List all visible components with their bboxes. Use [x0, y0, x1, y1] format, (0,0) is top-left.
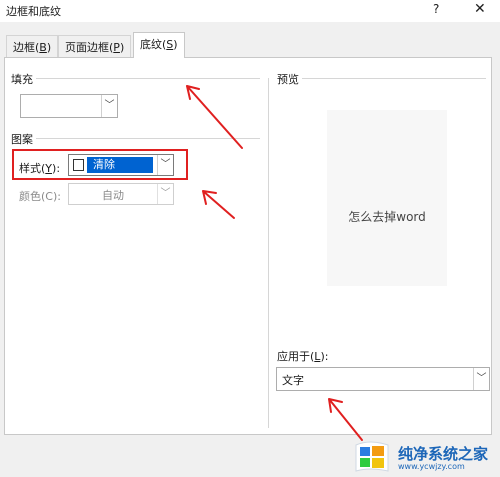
vertical-divider	[268, 78, 269, 428]
watermark-url: www.ycwjzy.com	[398, 462, 465, 471]
pattern-section-label: 图案	[11, 133, 33, 146]
fill-section-label: 填充	[11, 73, 33, 86]
chevron-down-icon: ﹀	[157, 184, 173, 204]
tab-borders-key: B	[39, 41, 47, 54]
preview-text: 怎么去掉word	[348, 210, 426, 224]
fill-divider	[36, 78, 260, 79]
pattern-color-dropdown[interactable]: 自动 ﹀	[68, 183, 174, 205]
chevron-down-icon: ﹀	[473, 368, 489, 390]
watermark-logo: 纯净系统之家 www.ycwjzy.com	[350, 437, 500, 477]
windows-logo-icon	[355, 441, 389, 472]
preview-area: 怎么去掉word	[327, 110, 447, 286]
preview-section-label: 预览	[277, 73, 299, 86]
color-label: 颜色(C):	[19, 190, 61, 203]
fill-color-dropdown[interactable]: ﹀	[20, 94, 118, 118]
tab-borders[interactable]: 边框(B)	[6, 35, 59, 57]
tab-page-borders-key: P	[113, 41, 120, 54]
watermark-text: 纯净系统之家	[398, 445, 489, 463]
tab-page-borders[interactable]: 页面边框(P)	[58, 35, 132, 57]
help-icon[interactable]: ?	[433, 2, 439, 16]
color-value: 自动	[102, 189, 124, 202]
chevron-down-icon: ﹀	[101, 95, 117, 117]
window-title: 边框和底纹	[6, 5, 61, 18]
apply-to-dropdown[interactable]: 文字 ﹀	[276, 367, 490, 391]
annotation-highlight-box	[12, 149, 188, 180]
tab-shading[interactable]: 底纹(S)	[133, 32, 185, 58]
apply-to-label: 应用于(L):	[277, 350, 329, 363]
apply-to-value: 文字	[282, 374, 304, 387]
pattern-divider	[36, 138, 260, 139]
close-icon[interactable]: ✕	[474, 1, 486, 17]
title-bar: 边框和底纹 ? ✕	[0, 0, 500, 22]
preview-divider	[302, 78, 486, 79]
